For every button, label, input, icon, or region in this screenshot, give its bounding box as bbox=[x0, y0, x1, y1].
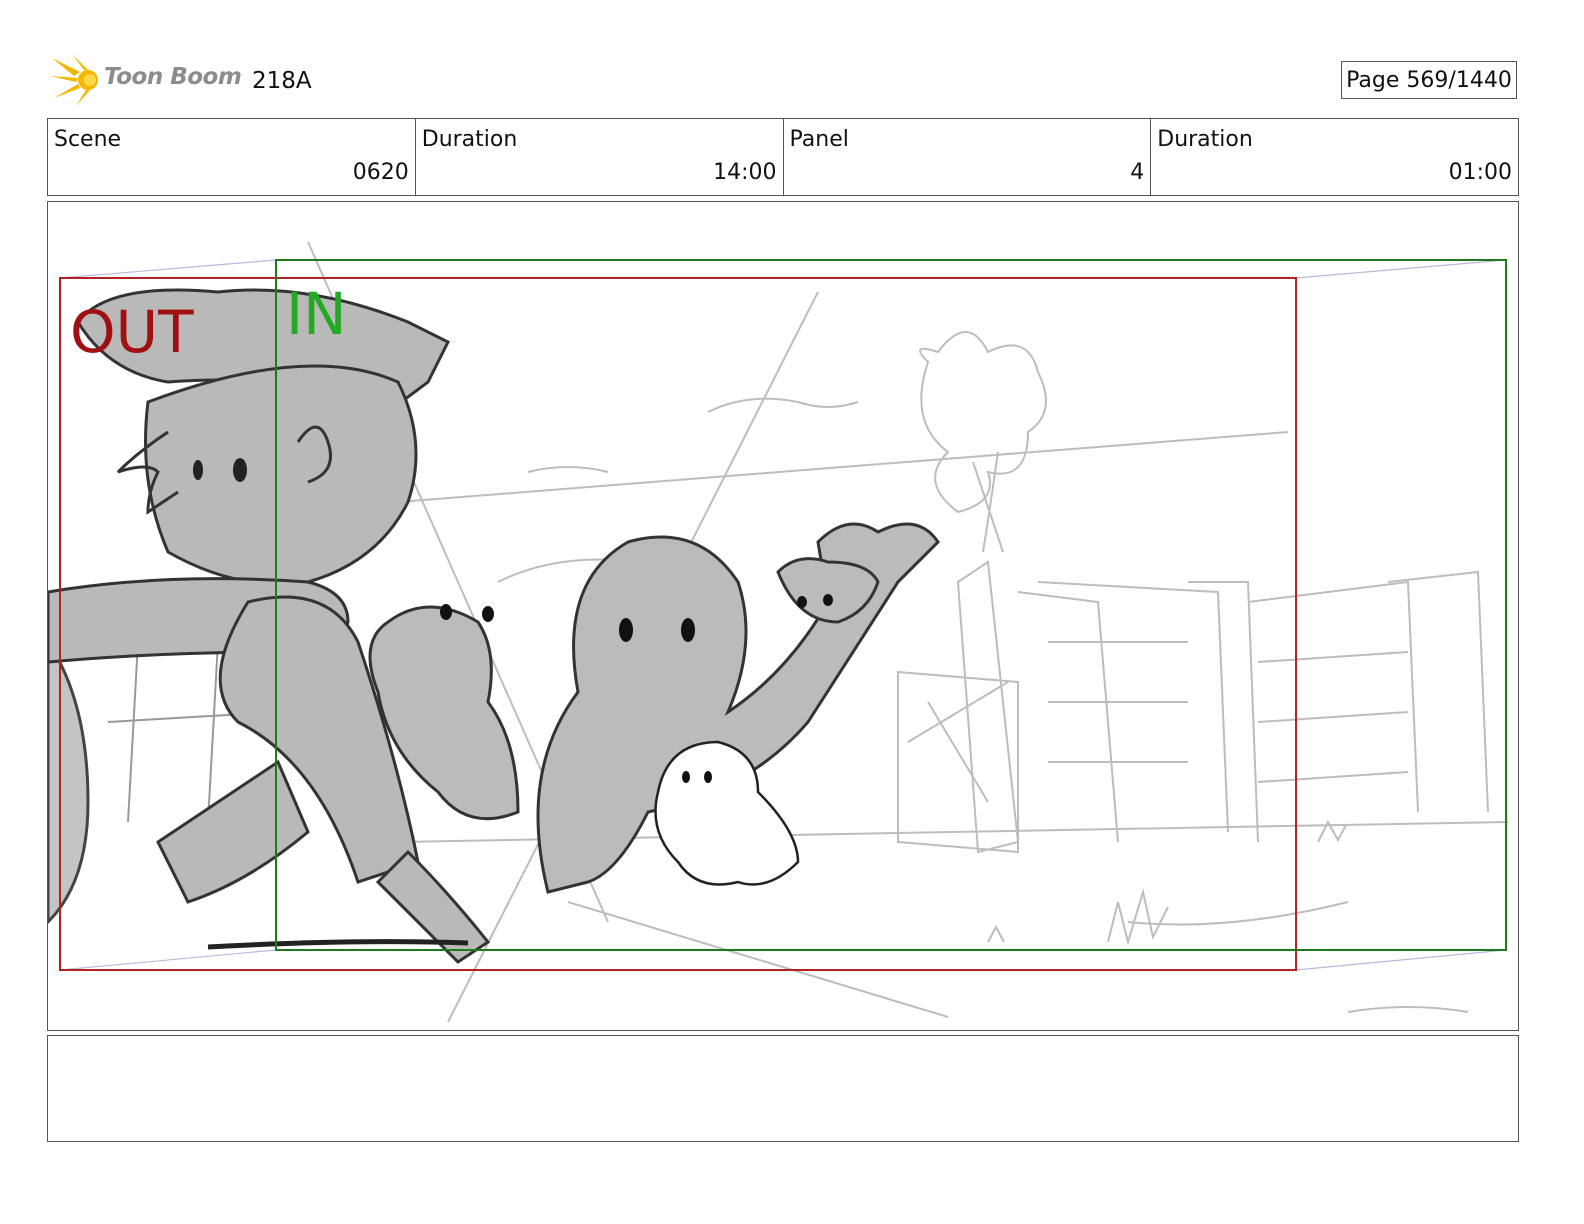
page-indicator: Page 569/1440 bbox=[1341, 61, 1517, 99]
logo-wordmark: Toon Boom bbox=[104, 64, 242, 90]
panel-cell: Panel 4 bbox=[784, 119, 1152, 195]
page-label: Page bbox=[1346, 67, 1400, 93]
in-frame bbox=[275, 259, 1507, 951]
panel-value: 4 bbox=[1130, 160, 1145, 185]
scene-value: 0620 bbox=[352, 160, 409, 185]
page-number: 569/1440 bbox=[1406, 67, 1512, 93]
panel-label: Panel bbox=[789, 127, 849, 152]
in-label: IN bbox=[286, 280, 347, 348]
out-label: OUT bbox=[70, 298, 194, 366]
scene-cell: Scene 0620 bbox=[48, 119, 416, 195]
project-id: 218A bbox=[252, 68, 312, 94]
panel-duration-cell: Duration 01:00 bbox=[1151, 119, 1518, 195]
info-table: Scene 0620 Duration 14:00 Panel 4 Durati… bbox=[47, 118, 1519, 196]
caption-box bbox=[47, 1035, 1519, 1142]
ground-shadow bbox=[207, 939, 469, 950]
scene-label: Scene bbox=[54, 127, 122, 152]
cart-wheel bbox=[48, 639, 90, 925]
panel-duration-label: Duration bbox=[1157, 127, 1253, 152]
panel-duration-value: 01:00 bbox=[1448, 160, 1512, 185]
scene-duration-label: Duration bbox=[421, 127, 518, 152]
sun-burst-icon bbox=[50, 54, 98, 106]
background-sketch bbox=[307, 241, 1509, 1023]
scene-duration-value: 14:00 bbox=[713, 160, 777, 185]
storyboard-panel: OUT IN bbox=[47, 201, 1519, 1031]
small-creature bbox=[654, 740, 800, 886]
panel-sketch: OUT IN bbox=[48, 241, 1509, 1023]
scene-duration-cell: Duration 14:00 bbox=[416, 119, 784, 195]
